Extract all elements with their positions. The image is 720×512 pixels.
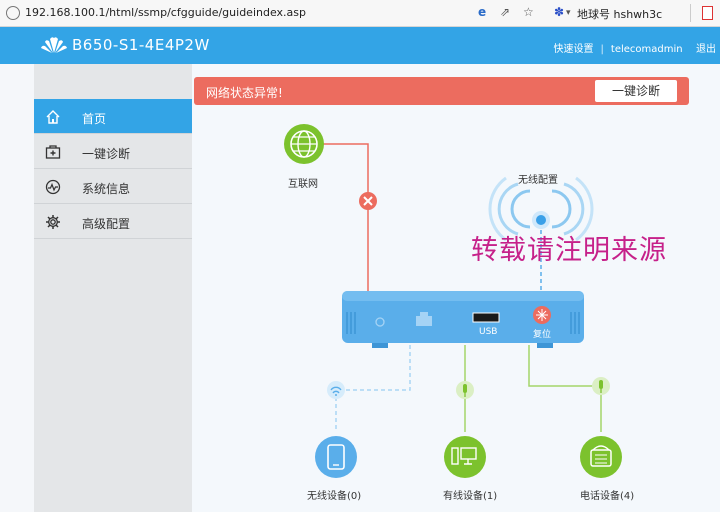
error-x-icon — [359, 192, 377, 210]
sidebar-item-system-info[interactable]: 系统信息 — [34, 169, 192, 204]
divider — [690, 4, 691, 22]
star-icon[interactable]: ☆ — [523, 5, 534, 19]
dropdown-icon[interactable]: ▾ — [566, 8, 571, 18]
wired-plug-icon — [456, 381, 474, 399]
usb-port-icon — [472, 312, 500, 323]
app-header: B650-S1-4E4P2W 快速设置|telecomadmin|退出 — [0, 27, 720, 64]
system-info-icon — [45, 179, 61, 195]
wireless-device-link — [335, 345, 411, 432]
info-icon[interactable] — [6, 6, 20, 20]
sidebar-item-home[interactable]: 首页 — [34, 99, 201, 134]
gear-icon — [46, 215, 60, 229]
network-diagram — [284, 124, 622, 478]
network-status-alert: 网络状态异常! 一键诊断 — [194, 77, 689, 105]
wireless-device-icon[interactable] — [315, 436, 357, 478]
internet-label: 互联网 — [288, 179, 318, 190]
quick-setup-link[interactable]: 快速设置 — [554, 40, 594, 55]
sidebar-item-label: 首页 — [82, 112, 107, 126]
logout-link[interactable]: 退出 — [696, 40, 716, 55]
sidebar-item-diagnose[interactable]: 一键诊断 — [34, 134, 192, 169]
share-icon[interactable]: ⇗ — [500, 5, 510, 19]
wired-devices-label[interactable]: 有线设备(1) — [443, 487, 497, 502]
diagnose-icon — [45, 145, 61, 159]
wireless-config-label[interactable]: 无线配置 — [518, 171, 558, 186]
watermark-text: 转载请注明来源 — [471, 235, 667, 266]
phone-plug-icon — [592, 377, 610, 395]
url-field[interactable]: 192.168.100.1/html/ssmp/cfgguide/guidein… — [25, 6, 306, 19]
usb-label: USB — [479, 327, 498, 337]
phone-devices-label[interactable]: 电话设备(4) — [580, 487, 634, 502]
alert-message: 网络状态异常! — [206, 86, 283, 100]
wireless-devices-label[interactable]: 无线设备(0) — [307, 487, 361, 502]
sidebar-item-label: 一键诊断 — [82, 147, 131, 161]
wifi-small-icon — [327, 381, 345, 399]
sidebar: 首页 一键诊断 系统信息 高级配置 — [34, 64, 201, 512]
pdf-icon[interactable] — [702, 6, 713, 20]
home-icon — [46, 110, 60, 124]
phone-device-icon[interactable] — [580, 436, 622, 478]
sidebar-item-label: 系统信息 — [82, 182, 131, 196]
sidebar-item-label: 高级配置 — [82, 217, 131, 231]
internet-globe-icon[interactable] — [284, 124, 324, 164]
reset-label: 复位 — [533, 330, 552, 340]
internet-link-line — [304, 143, 369, 292]
sidebar-item-advanced[interactable]: 高级配置 — [34, 204, 192, 239]
browser-address-bar: 192.168.100.1/html/ssmp/cfgguide/guidein… — [0, 0, 720, 27]
huawei-logo-icon — [41, 37, 67, 53]
wired-device-icon[interactable] — [444, 436, 486, 478]
search-text[interactable]: 地球号 hshwh3c — [577, 6, 662, 22]
header-links: 快速设置|telecomadmin|退出 — [554, 40, 716, 55]
paw-icon[interactable]: ✽ — [554, 5, 564, 19]
diagnose-button[interactable]: 一键诊断 — [595, 80, 677, 102]
ie-icon[interactable]: e — [478, 5, 486, 19]
phone-device-link — [528, 345, 602, 432]
user-link[interactable]: telecomadmin — [611, 44, 683, 55]
model-name: B650-S1-4E4P2W — [72, 36, 210, 54]
